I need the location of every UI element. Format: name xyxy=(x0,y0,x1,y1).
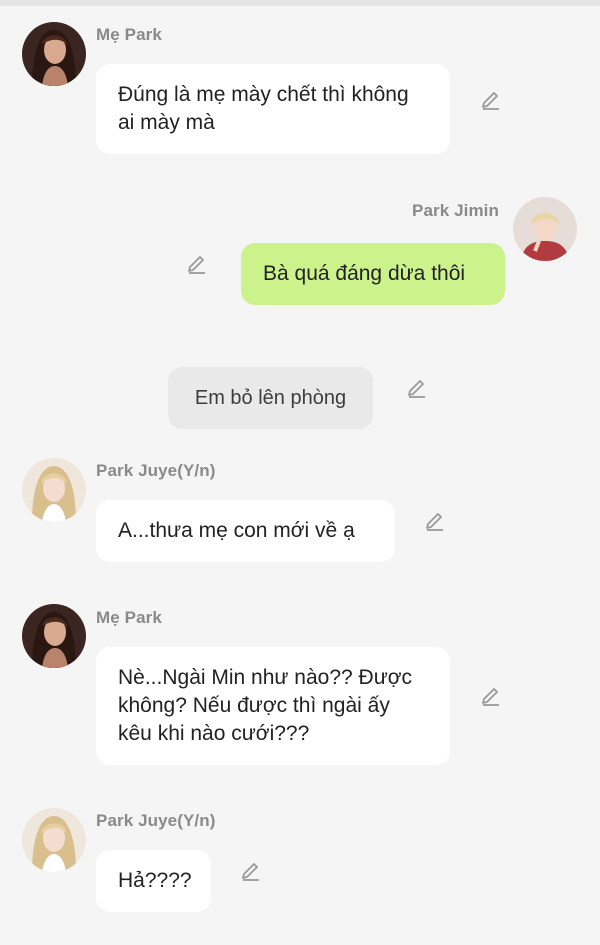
pencil-edit-icon[interactable] xyxy=(239,859,263,883)
avatar-me-park[interactable] xyxy=(22,604,86,668)
message-bubble[interactable]: Nè...Ngài Min như nào?? Được không? Nếu … xyxy=(96,647,450,765)
message-bubble[interactable]: Bà quá đáng dừa thôi xyxy=(241,243,505,305)
sender-name: Park Juye(Y/n) xyxy=(96,811,216,830)
sender-name: Mẹ Park xyxy=(96,608,162,627)
sender-name: Mẹ Park xyxy=(96,25,162,44)
message-bubble[interactable]: Đúng là mẹ mày chết thì không ai mày mà xyxy=(96,64,450,154)
pencil-edit-icon[interactable] xyxy=(479,88,503,112)
pencil-edit-icon[interactable] xyxy=(479,684,503,708)
pencil-edit-icon[interactable] xyxy=(185,252,209,276)
avatar-park-jimin[interactable] xyxy=(513,197,577,261)
message-bubble[interactable]: A...thưa mẹ con mới về ạ xyxy=(96,500,395,562)
sender-name: Park Juye(Y/n) xyxy=(96,461,216,480)
pencil-edit-icon[interactable] xyxy=(423,509,447,533)
avatar-me-park[interactable] xyxy=(22,22,86,86)
message-bubble[interactable]: Hả???? xyxy=(96,850,211,912)
sender-name: Park Jimin xyxy=(412,201,499,220)
avatar-park-juye[interactable] xyxy=(22,458,86,522)
avatar-park-juye[interactable] xyxy=(22,808,86,872)
narration-bubble[interactable]: Em bỏ lên phòng xyxy=(168,367,373,429)
pencil-edit-icon[interactable] xyxy=(405,376,429,400)
top-strip xyxy=(0,0,600,6)
